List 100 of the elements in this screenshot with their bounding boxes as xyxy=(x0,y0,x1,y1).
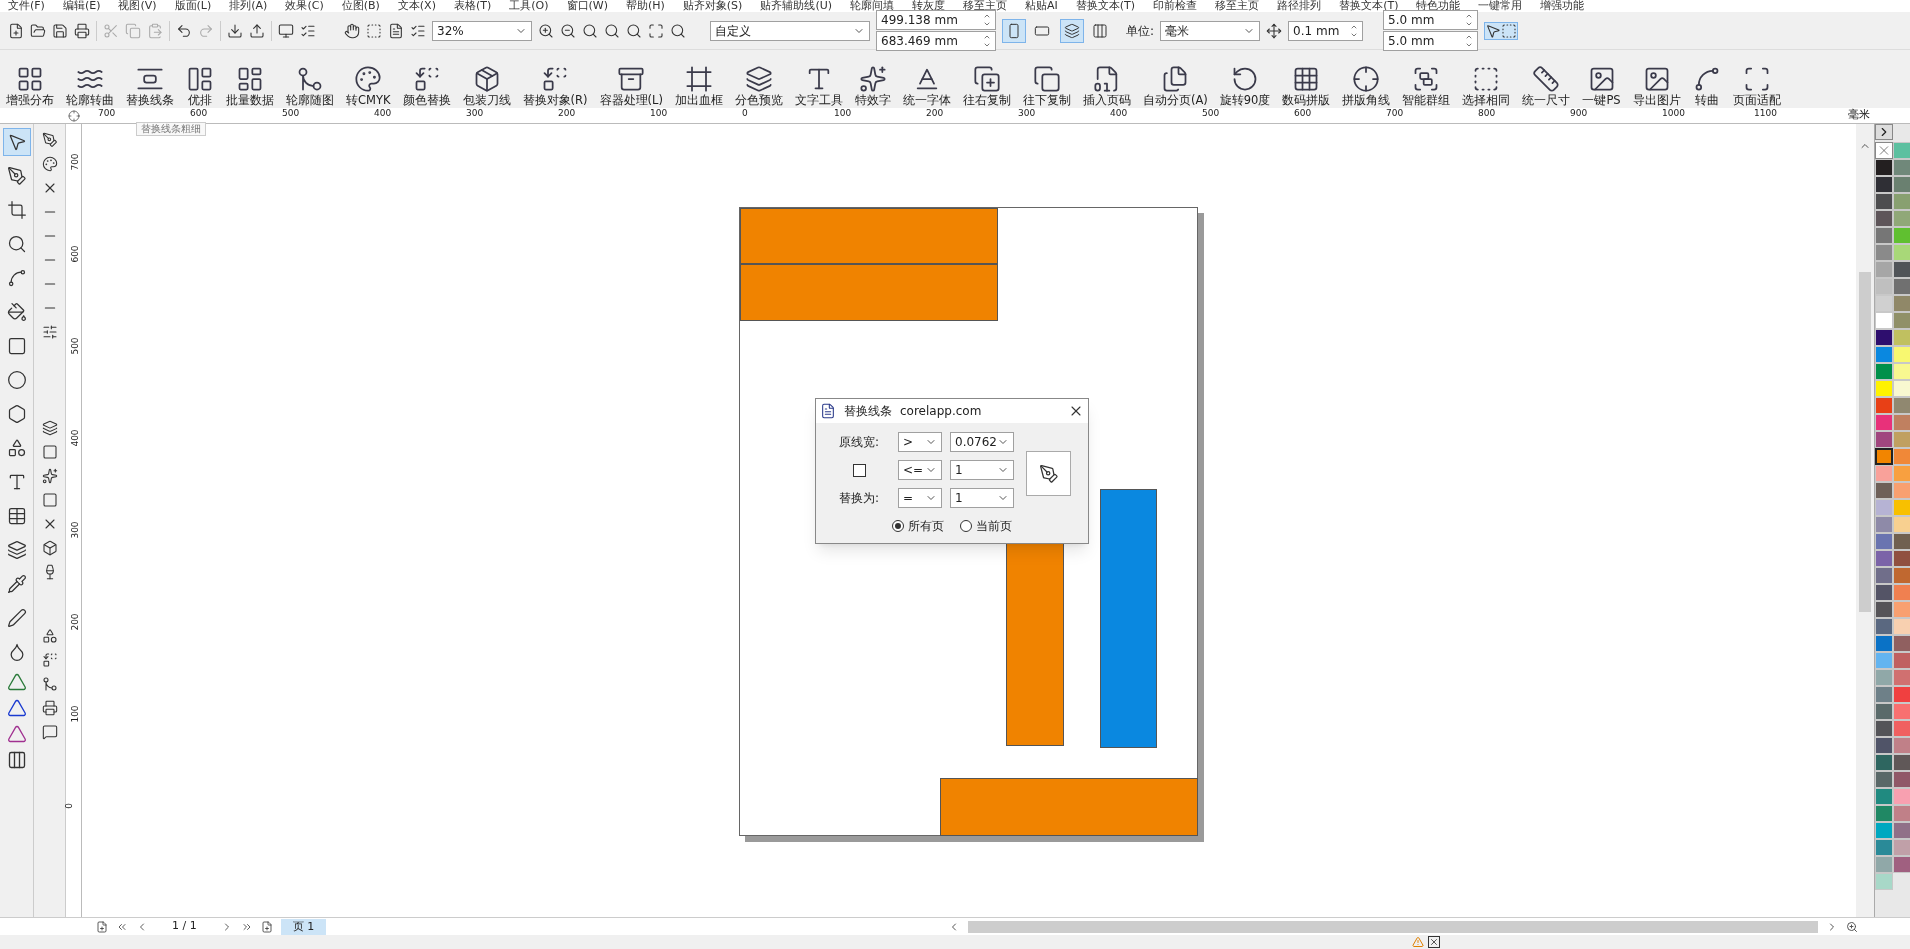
plugin-tool-button[interactable]: 一键PS xyxy=(1580,52,1623,106)
ruler-label: 300 xyxy=(1018,108,1036,118)
units-label: 单位: xyxy=(1126,22,1155,40)
tooltip: 替换线条粗细 xyxy=(136,122,206,136)
radio-option[interactable]: 所有页 xyxy=(892,517,944,535)
ruler-label: 600 xyxy=(1294,108,1312,118)
plugin-tool-button[interactable]: 转曲 xyxy=(1690,52,1723,106)
plugin-tool-button[interactable]: 轮廓随图 xyxy=(284,52,336,106)
width-dropdown[interactable]: 1 xyxy=(950,460,1014,480)
ruler-label: 700 xyxy=(1386,108,1404,118)
plugin-tool-button[interactable]: 页面适配 xyxy=(1730,52,1783,106)
menu-item[interactable]: 转灰度 xyxy=(912,0,946,12)
menu-item[interactable]: 文本(X) xyxy=(397,0,436,12)
dialog-title: 替换线条 xyxy=(844,403,892,420)
plugin-tool-button[interactable]: 统一尺寸 xyxy=(1520,52,1573,106)
plugin-tool-button[interactable]: 批量数据 xyxy=(224,52,276,106)
menu-item[interactable]: 移至主页 xyxy=(963,0,1008,12)
plugin-tool-button[interactable]: 优排 xyxy=(184,52,216,106)
plugin-tool-button[interactable]: 替换线条 xyxy=(124,52,176,106)
plugin-tool-button[interactable]: 统一字体 xyxy=(900,52,953,106)
ruler-label: 100 xyxy=(69,705,80,723)
menu-item[interactable]: 位图(B) xyxy=(341,0,380,12)
plugin-tool-button[interactable]: 自动分页(A) xyxy=(1140,52,1210,106)
plugin-tool-button[interactable]: 往下复制 xyxy=(1020,52,1073,106)
menu-item[interactable]: 贴齐对象(S) xyxy=(682,0,743,12)
menu-item[interactable]: 视图(V) xyxy=(118,0,157,12)
operator-dropdown[interactable]: <= xyxy=(898,460,942,480)
zoom-dropdown[interactable]: 32% xyxy=(432,20,532,41)
ruler-label: 500 xyxy=(69,337,80,355)
page-size-dropdown[interactable]: 自定义 xyxy=(710,20,870,41)
plugin-tool-button[interactable]: 加出血框 xyxy=(672,52,725,106)
plugin-tool-button[interactable]: 数码拼版 xyxy=(1280,52,1333,106)
page-counter: 1 / 1 xyxy=(171,918,198,935)
width-dropdown[interactable]: 1 xyxy=(950,488,1014,508)
ruler-label: 800 xyxy=(1478,108,1496,118)
menu-item[interactable]: 表格(T) xyxy=(453,0,492,12)
menu-item[interactable]: 特色功能 xyxy=(1416,0,1461,12)
menu-item[interactable]: 贴齐辅助线(U) xyxy=(760,0,833,12)
plugin-tool-button[interactable]: 往右复制 xyxy=(960,52,1013,106)
ruler-unit: 毫米 xyxy=(1848,108,1870,121)
plugin-tool-button[interactable]: 包装刀线 xyxy=(460,52,513,106)
ruler-label: 400 xyxy=(1110,108,1128,118)
menu-item[interactable]: 排列(A) xyxy=(229,0,268,12)
menu-item[interactable]: 移至主页 xyxy=(1215,0,1260,12)
nudge-field[interactable]: 0.1 mm xyxy=(1288,20,1364,41)
duplicate-y-field[interactable]: 5.0 mm xyxy=(1383,31,1479,51)
menu-item[interactable]: 窗口(W) xyxy=(566,0,608,12)
operator-dropdown[interactable]: = xyxy=(898,488,942,508)
menu-item[interactable]: 帮助(H) xyxy=(625,0,665,12)
plugin-tool-button[interactable]: 拼版角线 xyxy=(1340,52,1393,106)
ruler-label: 400 xyxy=(374,108,392,118)
plugin-tool-button[interactable]: 分色预览 xyxy=(732,52,785,106)
menu-item[interactable]: 一键常用 xyxy=(1478,0,1523,12)
ruler-label: 200 xyxy=(926,108,944,118)
ruler-label: 300 xyxy=(69,521,80,539)
ruler-label: 500 xyxy=(1202,108,1220,118)
menu-item[interactable]: 粘贴AI xyxy=(1025,0,1058,12)
plugin-tool-button[interactable]: 选择相同 xyxy=(1460,52,1513,106)
width-dropdown[interactable]: 0.0762 xyxy=(950,432,1014,452)
plugin-tool-button[interactable]: 导出图片 xyxy=(1630,52,1683,106)
plugin-tool-button[interactable]: 颜色替换 xyxy=(400,52,453,106)
menu-item[interactable]: 版面(L) xyxy=(174,0,212,12)
plugin-tool-button[interactable]: 插入页码 xyxy=(1080,52,1133,106)
menu-item[interactable]: 替换文本(T) xyxy=(1339,0,1399,12)
ruler-label: 1100 xyxy=(1754,108,1777,118)
plugin-tool-button[interactable]: 转CMYK xyxy=(344,52,393,106)
ruler-label: 900 xyxy=(1570,108,1588,118)
plugin-tool-button[interactable]: 替换对象(R) xyxy=(520,52,590,106)
ruler-label: 400 xyxy=(69,429,80,447)
menu-item[interactable]: 轮廓间填 xyxy=(850,0,895,12)
duplicate-x-field[interactable]: 5.0 mm xyxy=(1383,10,1479,30)
units-dropdown[interactable]: 毫米 xyxy=(1160,20,1261,41)
radio-option[interactable]: 当前页 xyxy=(960,517,1012,535)
menu-item[interactable]: 文件(F) xyxy=(8,0,45,12)
plugin-tool-button[interactable]: 特效字 xyxy=(852,52,893,106)
menu-item[interactable]: 效果(C) xyxy=(285,0,324,12)
menu-item[interactable]: 替换文本(T) xyxy=(1075,0,1136,12)
page-width-field[interactable]: 499.138 mm xyxy=(876,10,996,30)
operator-dropdown[interactable]: > xyxy=(898,432,942,452)
menu-item[interactable]: 编辑(E) xyxy=(62,0,101,12)
menu-item[interactable]: 印前检查 xyxy=(1153,0,1198,12)
field-label: 原线宽: xyxy=(838,434,879,451)
plugin-tool-button[interactable]: 旋转90度 xyxy=(1217,52,1273,106)
menu-item[interactable]: 路径排列 xyxy=(1277,0,1322,12)
ruler-label: 500 xyxy=(282,108,300,118)
ruler-label: 100 xyxy=(834,108,852,118)
plugin-tool-button[interactable]: 增强分布 xyxy=(4,52,56,106)
menu-item[interactable]: 增强功能 xyxy=(1540,0,1585,12)
ruler-label: 200 xyxy=(69,613,80,631)
plugin-tool-button[interactable]: 智能群组 xyxy=(1400,52,1453,106)
plugin-tool-button[interactable]: 容器处理(L) xyxy=(597,52,665,106)
page-height-field[interactable]: 683.469 mm xyxy=(876,31,996,51)
ruler-label: 200 xyxy=(558,108,576,118)
plugin-tool-button[interactable]: 文字工具 xyxy=(792,52,845,106)
ruler-label: 0 xyxy=(742,108,748,118)
plugin-tool-button[interactable]: 轮廓转曲 xyxy=(64,52,116,106)
menu-item[interactable]: 工具(O) xyxy=(509,0,549,12)
page-tab[interactable]: 页 1 xyxy=(280,918,327,935)
ruler-label: 300 xyxy=(466,108,484,118)
ruler-label: 0 xyxy=(63,803,74,809)
